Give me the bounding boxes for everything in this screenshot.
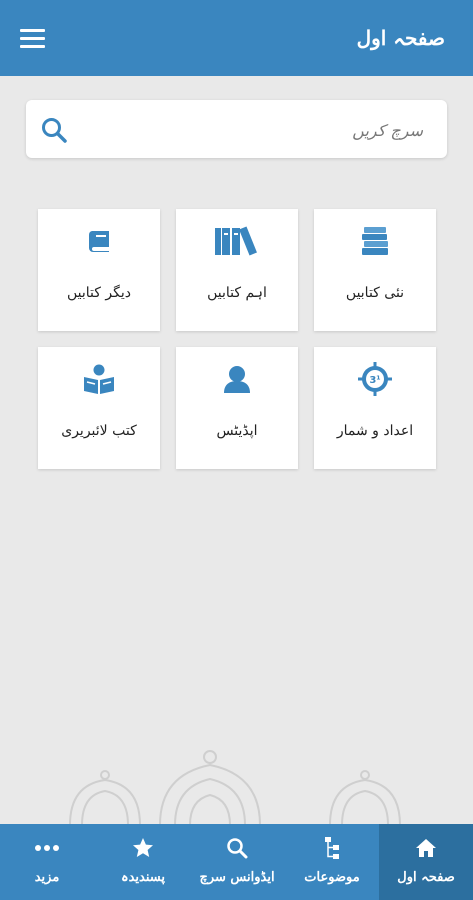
tile-label: دیگر کتابیں (67, 285, 131, 301)
svg-text:3¹: 3¹ (369, 375, 380, 386)
category-grid: نئی کتابیں اہم کتابیں دیگر کتابیں 3¹ اعد… (38, 209, 438, 469)
tile-other-books[interactable]: دیگر کتابیں (38, 209, 160, 331)
nav-label: ایڈوانس سرچ (199, 870, 275, 885)
menu-icon[interactable] (20, 27, 48, 49)
star-icon (133, 838, 153, 857)
search-icon[interactable] (40, 116, 68, 144)
nav-home[interactable]: صفحہ اول (379, 824, 473, 900)
nav-label: پسندیدہ (120, 870, 166, 885)
nav-label: مزید (34, 870, 60, 885)
tile-library[interactable]: کتب لائبریری (38, 347, 160, 469)
tile-label: اعداد و شمار (336, 423, 414, 439)
user-icon (224, 366, 250, 393)
search-bar (26, 100, 447, 158)
books-stack-icon (362, 227, 388, 255)
nav-label: صفحہ اول (397, 870, 455, 885)
decorative-ornament (69, 750, 401, 825)
book-icon (88, 231, 109, 252)
nav-favorites[interactable]: پسندیدہ (96, 824, 190, 900)
tile-label: اہم کتابیں (207, 285, 267, 301)
bottom-navigation: صفحہ اول موضوعات ایڈوانس سرچ پسندیدہ مزی… (0, 824, 473, 900)
nav-more[interactable]: مزید (0, 824, 94, 900)
tile-label: اپڈیٹس (216, 423, 258, 439)
tile-important-books[interactable]: اہم کتابیں (176, 209, 298, 331)
nav-advanced-search[interactable]: ایڈوانس سرچ (190, 824, 284, 900)
more-icon (35, 845, 59, 851)
search-icon (227, 838, 248, 859)
nav-label: موضوعات (304, 870, 360, 885)
bookshelf-icon (215, 226, 257, 256)
tile-label: نئی کتابیں (345, 285, 405, 301)
tile-new-books[interactable]: نئی کتابیں (314, 209, 436, 331)
tile-updates[interactable]: اپڈیٹس (176, 347, 298, 469)
nav-topics[interactable]: موضوعات (285, 824, 379, 900)
app-bar: صفحہ اول (0, 0, 473, 76)
reader-icon (84, 364, 114, 394)
tile-statistics[interactable]: 3¹ اعداد و شمار (314, 347, 436, 469)
search-input[interactable] (86, 114, 425, 146)
page-title: صفحہ اول (356, 26, 445, 50)
tile-label: کتب لائبریری (61, 423, 137, 439)
tree-icon (325, 837, 339, 859)
stats-badge-icon: 3¹ (358, 362, 392, 396)
home-icon (416, 839, 436, 857)
